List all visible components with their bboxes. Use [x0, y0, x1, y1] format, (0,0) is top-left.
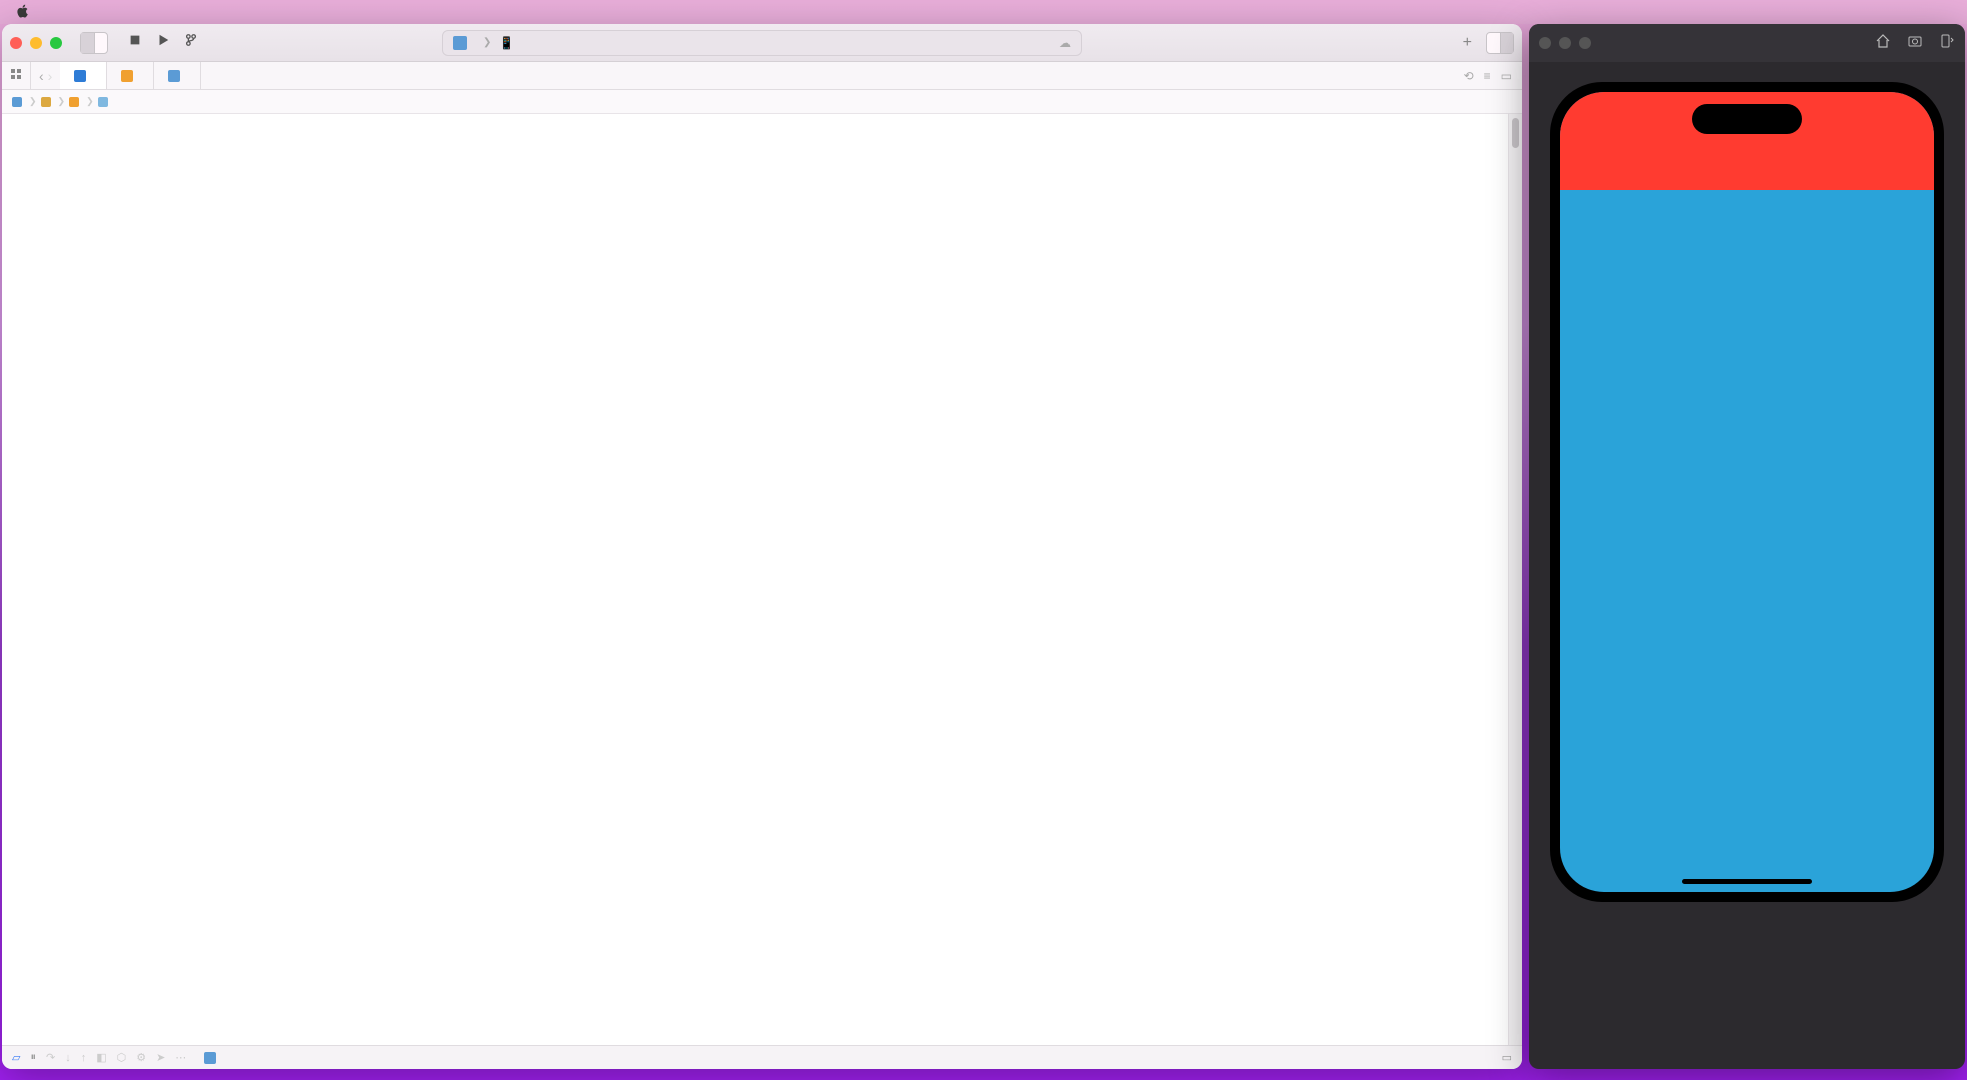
library-button[interactable]: +: [1463, 34, 1472, 52]
stop-button[interactable]: [128, 33, 142, 52]
forward-button[interactable]: ›: [48, 68, 53, 84]
simulator-titlebar: [1529, 24, 1965, 62]
project-icon: [12, 97, 22, 107]
home-button-icon[interactable]: [1875, 33, 1891, 54]
editor-options-icon[interactable]: ▭: [1501, 69, 1512, 83]
xcode-window: ❯ 📱 ☁︎ + ‹ ›: [2, 24, 1522, 1069]
related-items-icon[interactable]: [10, 67, 22, 85]
cloud-icon: ☁︎: [1059, 36, 1071, 50]
code-editor[interactable]: [52, 114, 1508, 1045]
swift-file-icon: [69, 97, 79, 107]
close-button[interactable]: [1539, 37, 1551, 49]
scrollbar-thumb[interactable]: [1512, 118, 1519, 148]
close-button[interactable]: [10, 37, 22, 49]
run-button[interactable]: [156, 33, 170, 52]
step-into-icon[interactable]: ↓: [65, 1052, 71, 1064]
memory-graph-icon[interactable]: ⬡: [117, 1051, 127, 1064]
change-bar: [2, 114, 6, 1045]
apple-icon[interactable]: [16, 4, 30, 21]
xcode-toolbar: ❯ 📱 ☁︎ +: [2, 24, 1522, 62]
tab-project[interactable]: [154, 62, 201, 89]
phone-icon: 📱: [499, 36, 514, 50]
adjust-editor-icon[interactable]: ≡: [1484, 69, 1491, 83]
chevron-right-icon: ❯: [29, 96, 37, 107]
tab-bar: ‹ › ⟲ ≡ ▭: [2, 62, 1522, 90]
rotate-icon[interactable]: [1939, 33, 1955, 54]
navigator-toggle[interactable]: [80, 32, 108, 54]
breakpoint-toggle-icon[interactable]: ▱: [12, 1051, 20, 1064]
app-icon: [204, 1052, 216, 1064]
chevron-right-icon: ❯: [483, 37, 491, 48]
debug-view-icon[interactable]: ◧: [96, 1051, 106, 1064]
chevron-right-icon: ❯: [58, 96, 66, 107]
back-button[interactable]: ‹: [39, 68, 44, 84]
step-over-icon[interactable]: ↷: [46, 1051, 55, 1064]
location-icon[interactable]: ➤: [156, 1051, 165, 1064]
zoom-button[interactable]: [50, 37, 62, 49]
activity-status[interactable]: ❯ 📱 ☁︎: [442, 30, 1082, 56]
project-icon: [453, 36, 467, 50]
branch-icon[interactable]: [184, 33, 198, 52]
vertical-scrollbar[interactable]: [1508, 114, 1522, 1045]
project-file-icon: [168, 70, 180, 82]
editor-area: [2, 114, 1522, 1045]
toolbar-right: +: [1463, 32, 1514, 54]
simulator-content: [1529, 62, 1965, 1069]
debug-bar: ▱ ⏸ ↷ ↓ ↑ ◧ ⬡ ⚙ ➤ ⋯ ▭: [2, 1045, 1522, 1069]
window-controls: [10, 37, 80, 49]
swift-file-icon: [74, 70, 86, 82]
dynamic-island: [1692, 104, 1802, 134]
pause-icon[interactable]: ⏸: [30, 1051, 36, 1064]
swift-file-icon: [121, 70, 133, 82]
run-controls: [128, 33, 198, 52]
screenshot-icon[interactable]: [1907, 33, 1923, 54]
inspector-toggle[interactable]: [1486, 32, 1514, 54]
tab-appdelegate[interactable]: [107, 62, 154, 89]
folder-icon: [41, 97, 51, 107]
jump-bar[interactable]: ❯ ❯ ❯: [2, 90, 1522, 114]
iphone-frame: [1550, 82, 1944, 902]
chevron-right-icon: ❯: [86, 96, 94, 107]
macos-menubar: [0, 0, 1967, 24]
iphone-screen[interactable]: [1560, 92, 1934, 892]
refresh-icon[interactable]: ⟲: [1464, 69, 1474, 83]
line-gutter[interactable]: [6, 114, 52, 1045]
minimize-button[interactable]: [1559, 37, 1571, 49]
method-icon: [98, 97, 108, 107]
zoom-button[interactable]: [1579, 37, 1591, 49]
more-icon[interactable]: ⋯: [175, 1051, 186, 1064]
step-out-icon[interactable]: ↑: [81, 1052, 87, 1064]
simulator-window: [1529, 24, 1965, 1069]
toggle-debug-area-icon[interactable]: ▭: [1502, 1051, 1512, 1064]
sim-window-controls: [1539, 37, 1609, 49]
tab-viewcontroller[interactable]: [60, 62, 107, 89]
home-indicator[interactable]: [1682, 879, 1812, 884]
minimize-button[interactable]: [30, 37, 42, 49]
environment-icon[interactable]: ⚙: [136, 1051, 146, 1064]
